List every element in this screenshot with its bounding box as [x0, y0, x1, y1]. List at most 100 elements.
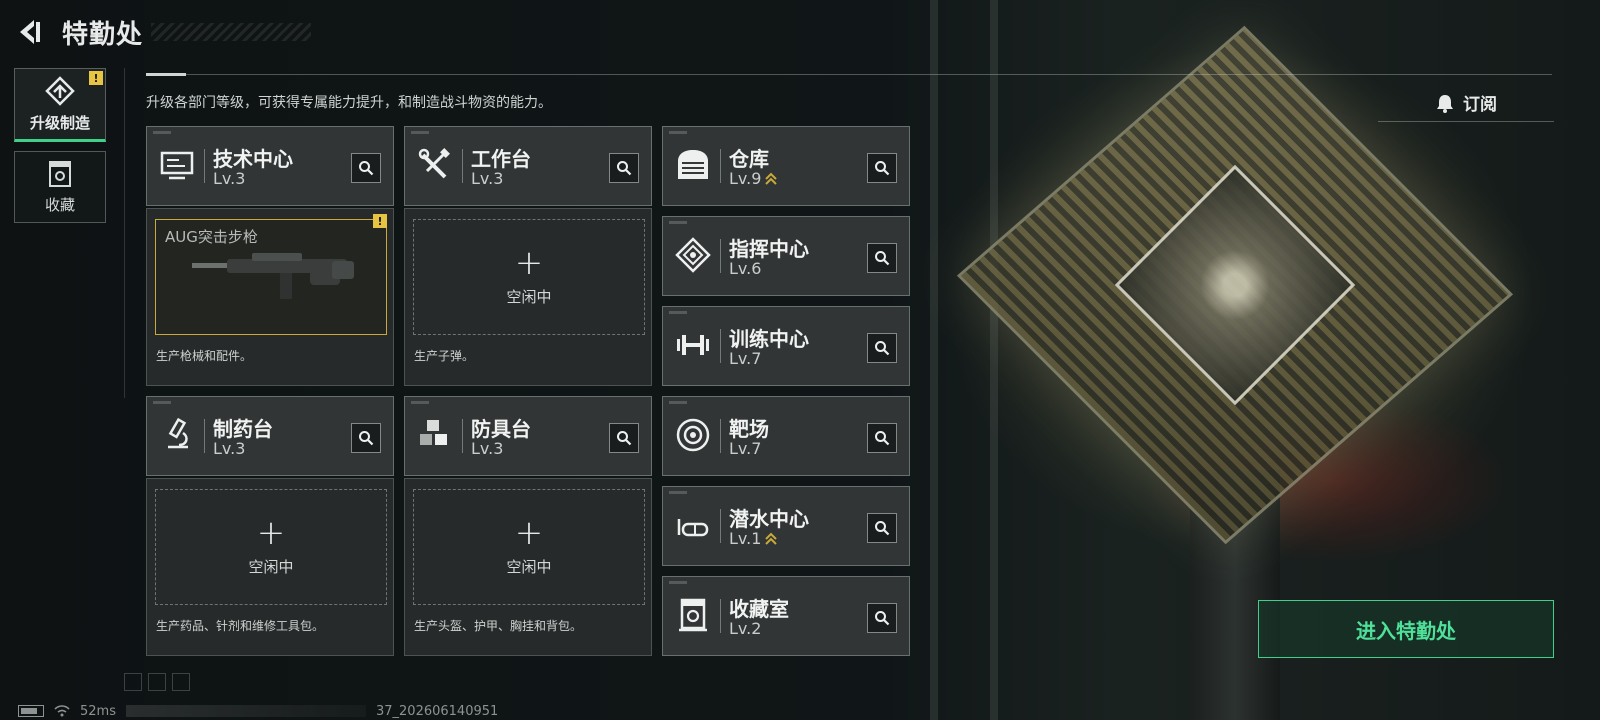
department-level: Lv.7 [729, 439, 761, 458]
card-corner-mark [669, 221, 687, 224]
card-separator [204, 149, 205, 183]
department-level: Lv.7 [729, 349, 761, 368]
department-card-tech-center[interactable]: 技术中心 Lv.3 [146, 126, 394, 206]
view-details-button[interactable] [867, 333, 897, 363]
department-card-warehouse[interactable]: 仓库 Lv.9 [662, 126, 910, 206]
level-text: Lv.6 [729, 259, 762, 278]
ping-text: 52ms [80, 703, 116, 719]
warning-badge: ! [373, 214, 387, 228]
level-text: Lv.7 [729, 349, 762, 368]
view-details-button[interactable] [867, 423, 897, 453]
subscribe-label: 订阅 [1463, 95, 1497, 115]
cubes-icon [420, 420, 447, 445]
search-icon [875, 611, 890, 626]
department-name: 训练中心 [729, 327, 809, 351]
card-separator [720, 599, 721, 633]
card-separator [462, 149, 463, 183]
sidebar-divider [124, 68, 125, 398]
department-card-collection-room[interactable]: 收藏室 Lv.2 [662, 576, 910, 656]
card-corner-mark [411, 401, 429, 404]
tab-collection[interactable]: 收藏 [14, 151, 106, 223]
battery-icon [18, 705, 44, 717]
department-card-workbench[interactable]: 工作台 Lv.3 [404, 126, 652, 206]
back-button[interactable] [12, 15, 46, 49]
level-text: Lv.9 [729, 169, 762, 188]
view-details-button[interactable] [867, 513, 897, 543]
department-name: 工作台 [471, 147, 531, 171]
background-rail [990, 0, 998, 720]
redacted-text [125, 705, 366, 717]
slot-status: 空闲中 [506, 557, 552, 576]
department-name: 仓库 [729, 147, 769, 171]
subscribe-button[interactable]: 订阅 [1378, 84, 1554, 122]
view-details-button[interactable] [867, 153, 897, 183]
view-details-button[interactable] [351, 423, 381, 453]
slot-status: 空闲中 [248, 557, 294, 576]
view-details-button[interactable] [867, 603, 897, 633]
card-corner-mark [411, 131, 429, 134]
dumbbell-icon [677, 335, 709, 355]
view-details-button[interactable] [351, 153, 381, 183]
tab-label: 升级制造 [29, 113, 90, 132]
production-slot-empty[interactable]: + 空闲中 [155, 489, 387, 605]
tab-upgrade-craft[interactable]: ! 升级制造 [14, 68, 106, 142]
level-text: Lv.3 [213, 439, 246, 458]
department-level: Lv.3 [471, 169, 503, 188]
department-card-armor[interactable]: 防具台 Lv.3 [404, 396, 652, 476]
divider-line [146, 74, 1552, 75]
search-icon [359, 161, 374, 176]
department-level: Lv.3 [213, 439, 245, 458]
back-arrow-icon [20, 20, 40, 44]
view-details-button[interactable] [609, 153, 639, 183]
search-icon [875, 251, 890, 266]
upgrade-chevron-icon [765, 532, 778, 545]
search-icon [617, 161, 632, 176]
level-text: Lv.3 [471, 169, 504, 188]
slot-status: 空闲中 [506, 287, 552, 306]
department-card-diving-center[interactable]: 潜水中心 Lv.1 [662, 486, 910, 566]
department-name: 潜水中心 [729, 507, 809, 531]
card-separator [720, 149, 721, 183]
department-level: Lv.6 [729, 259, 761, 278]
department-card-training-center[interactable]: 训练中心 Lv.7 [662, 306, 910, 386]
department-name: 技术中心 [213, 147, 293, 171]
card-corner-mark [153, 401, 171, 404]
view-details-button[interactable] [609, 423, 639, 453]
toolbar-square-icon[interactable] [148, 673, 166, 691]
search-icon [875, 161, 890, 176]
production-panel-tech: ! AUG突击步枪 生产枪械和配件。 [146, 208, 394, 386]
production-item-name: AUG突击步枪 [165, 228, 258, 246]
card-separator [720, 239, 721, 273]
card-separator [720, 329, 721, 363]
monitor-icon [160, 151, 194, 180]
department-level: Lv.9 [729, 169, 778, 188]
department-card-command-center[interactable]: 指挥中心 Lv.6 [662, 216, 910, 296]
upgrade-craft-icon [45, 75, 75, 106]
rifle-image [192, 253, 354, 299]
status-bar: 52ms 37_202606140951 [18, 702, 498, 720]
divider-accent [146, 73, 186, 76]
add-icon: + [256, 512, 286, 553]
card-corner-mark [153, 131, 171, 134]
upgrade-chevron-icon [765, 172, 778, 185]
bell-icon [1437, 94, 1453, 113]
level-text: Lv.3 [213, 169, 246, 188]
production-panel-armor: + 空闲中 生产头盔、护甲、胸挂和背包。 [404, 478, 652, 656]
production-slot-empty[interactable]: + 空闲中 [413, 219, 645, 335]
department-card-shooting-range[interactable]: 靶场 Lv.7 [662, 396, 910, 476]
production-description: 生产头盔、护甲、胸挂和背包。 [414, 619, 583, 633]
department-card-pharmacy[interactable]: 制药台 Lv.3 [146, 396, 394, 476]
enter-special-ops-button[interactable]: 进入特勤处 [1258, 600, 1554, 658]
production-slot-active[interactable]: ! AUG突击步枪 [155, 214, 387, 335]
bottom-toolbar [124, 673, 190, 691]
toolbar-square-icon[interactable] [124, 673, 142, 691]
department-name: 收藏室 [729, 597, 789, 621]
toolbar-square-icon[interactable] [172, 673, 190, 691]
production-slot-empty[interactable]: + 空闲中 [413, 489, 645, 605]
view-details-button[interactable] [867, 243, 897, 273]
microscope-icon [168, 417, 188, 449]
page-title: 特勤处 [62, 19, 144, 50]
card-separator [720, 509, 721, 543]
goggles-icon [677, 519, 709, 537]
build-id-text: 37_202606140951 [375, 703, 499, 719]
